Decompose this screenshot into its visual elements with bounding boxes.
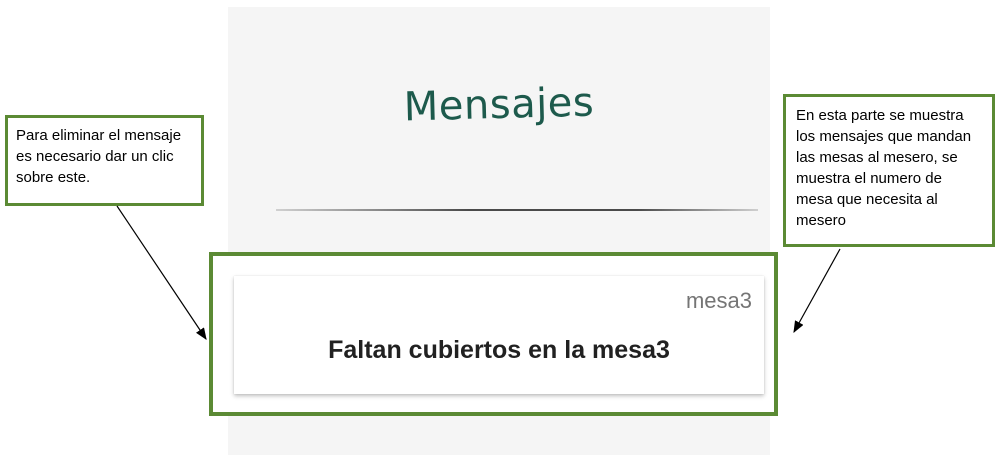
message-table-label: mesa3 (685, 288, 752, 313)
annotation-callout-messages: En esta parte se muestra los mensajes qu… (783, 94, 995, 247)
arrow-right (793, 248, 841, 334)
annotation-text-messages: En esta parte se muestra los mensajes qu… (796, 107, 972, 229)
page-title: Mensajes (403, 79, 595, 131)
message-card[interactable]: mesa3 Faltan cubiertos en la mesa3 (234, 276, 764, 394)
divider (276, 209, 758, 211)
annotation-text-delete: Para eliminar el mensaje es necesario da… (16, 127, 182, 186)
message-text: Faltan cubiertos en la mesa3 (328, 336, 670, 364)
annotation-callout-delete: Para eliminar el mensaje es necesario da… (5, 115, 204, 206)
arrow-left (116, 205, 207, 340)
